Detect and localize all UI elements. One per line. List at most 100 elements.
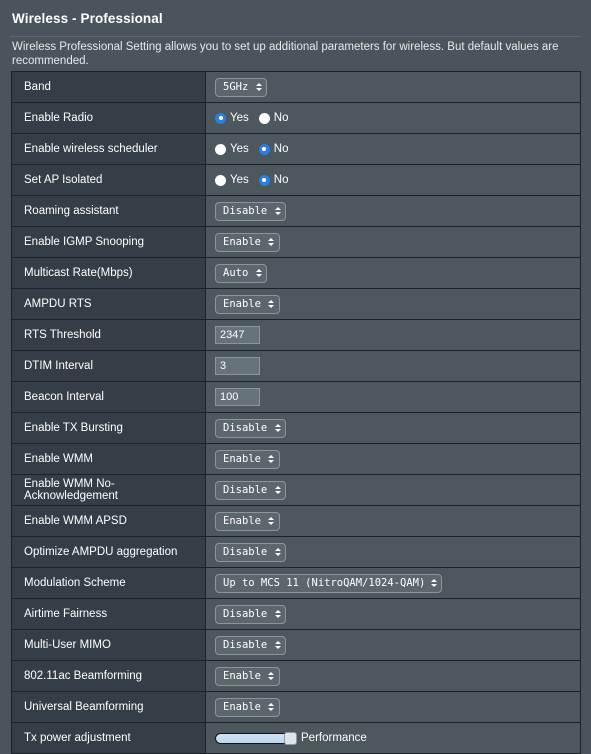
radio-label: No [273, 143, 289, 155]
slider-track-tx-power-adjustment[interactable] [215, 731, 297, 745]
page-title: Wireless - Professional [12, 10, 163, 26]
setting-row-beacon-interval: Beacon Interval [12, 382, 580, 413]
setting-value-set-ap-isolated: Yes No [206, 165, 580, 195]
setting-value-enable-radio: Yes No [206, 103, 580, 133]
select-stepper-arrows-icon[interactable] [274, 486, 281, 494]
setting-value-enable-wmm-apsd: Enable [206, 506, 580, 536]
select-stepper-arrows-icon[interactable] [268, 517, 275, 525]
select-multi-user-mimo[interactable]: Disable [215, 635, 287, 655]
setting-value-enable-wireless-scheduler: Yes No [206, 134, 580, 164]
select-value-enable-wmm-no-acknowledgement: Disable [223, 483, 268, 496]
select-stepper-arrows-icon[interactable] [255, 269, 262, 277]
radio-yes-enable-radio[interactable]: Yes [215, 112, 249, 124]
setting-value-band: 5GHz [206, 72, 580, 102]
select-value-enable-wmm-apsd: Enable [223, 514, 261, 527]
radio-group-enable-radio: Yes No [215, 112, 288, 124]
settings-table: Band 5GHz Enable Radio Yes No Enable wireless… [11, 71, 581, 754]
select-roaming-assistant[interactable]: Disable [215, 201, 287, 221]
radio-label: Yes [230, 143, 249, 155]
select-stepper-arrows-icon[interactable] [274, 424, 281, 432]
select-stepper-arrows-icon[interactable] [255, 83, 262, 91]
page-description-container: Wireless Professional Setting allows you… [0, 37, 591, 71]
select-value-enable-wmm: Enable [223, 452, 261, 465]
setting-value-enable-wmm-no-acknowledgement: Disable [206, 475, 580, 505]
radio-group-enable-wireless-scheduler: Yes No [215, 143, 288, 155]
select-universal-beamforming[interactable]: Enable [215, 697, 280, 717]
setting-row-enable-tx-bursting: Enable TX Bursting Disable [12, 413, 580, 444]
input-dtim-interval[interactable] [215, 357, 260, 375]
select-stepper-arrows-icon[interactable] [268, 238, 275, 246]
radio-button-icon[interactable] [215, 143, 226, 155]
setting-row-airtime-fairness: Airtime Fairness Disable [12, 599, 580, 630]
select-stepper-arrows-icon[interactable] [274, 641, 281, 649]
select-value-802-11ac-beamforming: Enable [223, 669, 261, 682]
radio-button-icon[interactable] [215, 112, 226, 124]
select-enable-igmp-snooping[interactable]: Enable [215, 232, 280, 252]
radio-group-set-ap-isolated: Yes No [215, 174, 288, 186]
setting-label-enable-wmm-no-acknowledgement: Enable WMM No-Acknowledgement [12, 475, 206, 505]
setting-row-multicast-rate-mbps: Multicast Rate(Mbps) Auto [12, 258, 580, 289]
setting-label-airtime-fairness: Airtime Fairness [12, 599, 206, 629]
select-airtime-fairness[interactable]: Disable [215, 604, 287, 624]
select-modulation-scheme[interactable]: Up to MCS 11 (NitroQAM/1024-QAM) [215, 573, 443, 593]
select-stepper-arrows-icon[interactable] [430, 579, 437, 587]
slider-wrap-tx-power-adjustment: Performance [215, 731, 367, 745]
setting-label-modulation-scheme: Modulation Scheme [12, 568, 206, 598]
select-802-11ac-beamforming[interactable]: Enable [215, 666, 280, 686]
setting-row-dtim-interval: DTIM Interval [12, 351, 580, 382]
setting-value-beacon-interval [206, 382, 580, 412]
select-stepper-arrows-icon[interactable] [274, 610, 281, 618]
page-header: Wireless - Professional [0, 0, 591, 36]
select-value-modulation-scheme: Up to MCS 11 (NitroQAM/1024-QAM) [223, 576, 426, 589]
setting-label-enable-wmm: Enable WMM [12, 444, 206, 474]
radio-no-set-ap-isolated[interactable]: No [258, 174, 289, 186]
setting-label-dtim-interval: DTIM Interval [12, 351, 206, 381]
select-stepper-arrows-icon[interactable] [268, 703, 275, 711]
input-rts-threshold[interactable] [215, 326, 260, 344]
page-description: Wireless Professional Setting allows you… [12, 41, 559, 67]
setting-label-set-ap-isolated: Set AP Isolated [12, 165, 206, 195]
select-value-enable-tx-bursting: Disable [223, 421, 268, 434]
select-value-band: 5GHz [223, 80, 249, 93]
select-value-universal-beamforming: Enable [223, 700, 261, 713]
radio-no-enable-radio[interactable]: No [258, 112, 288, 124]
select-ampdu-rts[interactable]: Enable [215, 294, 280, 314]
radio-yes-set-ap-isolated[interactable]: Yes [215, 174, 249, 186]
setting-row-modulation-scheme: Modulation Scheme Up to MCS 11 (NitroQAM/… [12, 568, 580, 599]
select-stepper-arrows-icon[interactable] [268, 300, 275, 308]
setting-row-ampdu-rts: AMPDU RTS Enable [12, 289, 580, 320]
radio-label: Yes [230, 174, 249, 186]
setting-value-802-11ac-beamforming: Enable [206, 661, 580, 691]
select-stepper-arrows-icon[interactable] [274, 207, 281, 215]
select-stepper-arrows-icon[interactable] [268, 672, 275, 680]
input-beacon-interval[interactable] [215, 388, 260, 406]
radio-button-icon[interactable] [215, 174, 226, 186]
radio-button-icon[interactable] [258, 143, 270, 155]
slider-thumb[interactable] [284, 731, 297, 745]
setting-row-rts-threshold: RTS Threshold [12, 320, 580, 351]
select-enable-wmm-apsd[interactable]: Enable [215, 511, 280, 531]
setting-label-multi-user-mimo: Multi-User MIMO [12, 630, 206, 660]
radio-button-icon[interactable] [258, 174, 270, 186]
radio-label: Yes [230, 112, 249, 124]
select-stepper-arrows-icon[interactable] [268, 455, 275, 463]
radio-no-enable-wireless-scheduler[interactable]: No [258, 143, 289, 155]
setting-value-enable-igmp-snooping: Enable [206, 227, 580, 257]
select-multicast-rate-mbps[interactable]: Auto [215, 263, 268, 283]
select-optimize-ampdu-aggregation[interactable]: Disable [215, 542, 287, 562]
radio-button-icon[interactable] [258, 112, 270, 124]
setting-label-rts-threshold: RTS Threshold [12, 320, 206, 350]
radio-yes-enable-wireless-scheduler[interactable]: Yes [215, 143, 249, 155]
select-stepper-arrows-icon[interactable] [274, 548, 281, 556]
setting-label-ampdu-rts: AMPDU RTS [12, 289, 206, 319]
select-enable-tx-bursting[interactable]: Disable [215, 418, 287, 438]
select-enable-wmm-no-acknowledgement[interactable]: Disable [215, 480, 287, 500]
radio-label: No [273, 174, 289, 186]
setting-label-beacon-interval: Beacon Interval [12, 382, 206, 412]
select-band[interactable]: 5GHz [215, 77, 268, 97]
setting-value-airtime-fairness: Disable [206, 599, 580, 629]
select-value-roaming-assistant: Disable [223, 204, 268, 217]
select-enable-wmm[interactable]: Enable [215, 449, 280, 469]
setting-row-multi-user-mimo: Multi-User MIMO Disable [12, 630, 580, 661]
select-value-ampdu-rts: Enable [223, 297, 261, 310]
